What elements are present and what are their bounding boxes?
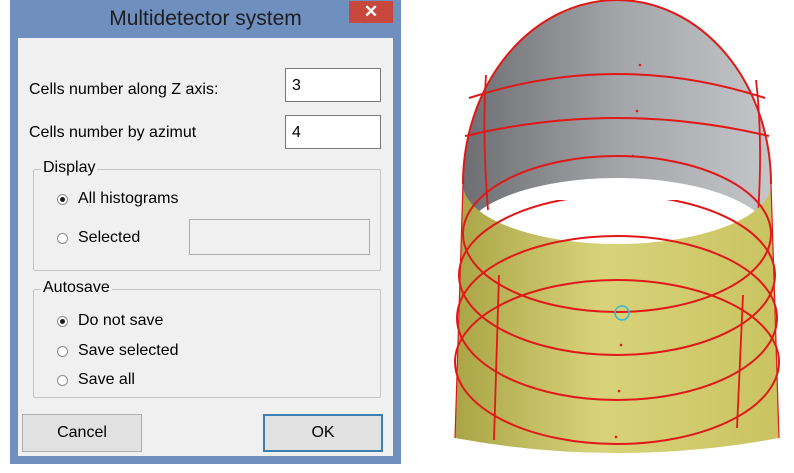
close-icon: ✕ — [363, 2, 379, 21]
radio-save-selected[interactable]: Save selected — [57, 342, 179, 360]
radio-save-selected-label: Save selected — [78, 342, 179, 359]
dialog-client-area: Cells number along Z axis: Cells number … — [18, 38, 393, 456]
multidetector-dialog: Multidetector system ✕ Cells number alon… — [10, 0, 401, 464]
ok-button[interactable]: OK — [263, 414, 383, 452]
autosave-group: Autosave Do not save Save selected Save … — [33, 279, 381, 398]
cells-z-label: Cells number along Z axis: — [29, 81, 219, 98]
radio-save-all-label: Save all — [78, 371, 135, 388]
selected-histograms-input[interactable] — [189, 219, 370, 255]
radio-save-all[interactable]: Save all — [57, 371, 135, 389]
radio-all-histograms-label: All histograms — [78, 190, 179, 207]
3d-viewport[interactable] — [420, 0, 794, 468]
radio-selected[interactable]: Selected — [57, 229, 140, 247]
title-bar[interactable]: Multidetector system ✕ — [10, 0, 401, 38]
cylinder-outer-wall — [454, 155, 780, 453]
radio-button-checked[interactable] — [57, 315, 68, 327]
cells-azimut-input[interactable] — [285, 115, 381, 149]
radio-button-checked[interactable] — [57, 193, 68, 205]
dialog-title: Multidetector system — [109, 7, 302, 30]
display-group: Display All histograms Selected — [33, 159, 381, 271]
radio-button[interactable] — [57, 374, 68, 386]
cancel-button[interactable]: Cancel — [22, 414, 142, 452]
autosave-group-title: Autosave — [41, 279, 112, 297]
close-button[interactable]: ✕ — [349, 1, 393, 23]
cells-z-input[interactable] — [285, 68, 381, 102]
radio-do-not-save[interactable]: Do not save — [57, 312, 163, 330]
radio-button[interactable] — [57, 232, 68, 244]
radio-do-not-save-label: Do not save — [78, 312, 164, 329]
radio-button[interactable] — [57, 345, 68, 357]
cylinder-render — [454, 0, 780, 453]
radio-selected-label: Selected — [78, 229, 141, 246]
radio-all-histograms[interactable]: All histograms — [57, 190, 178, 208]
display-group-title: Display — [41, 159, 98, 177]
cylinder-inner-wall — [462, 0, 772, 238]
cells-azimut-label: Cells number by azimut — [29, 124, 197, 141]
